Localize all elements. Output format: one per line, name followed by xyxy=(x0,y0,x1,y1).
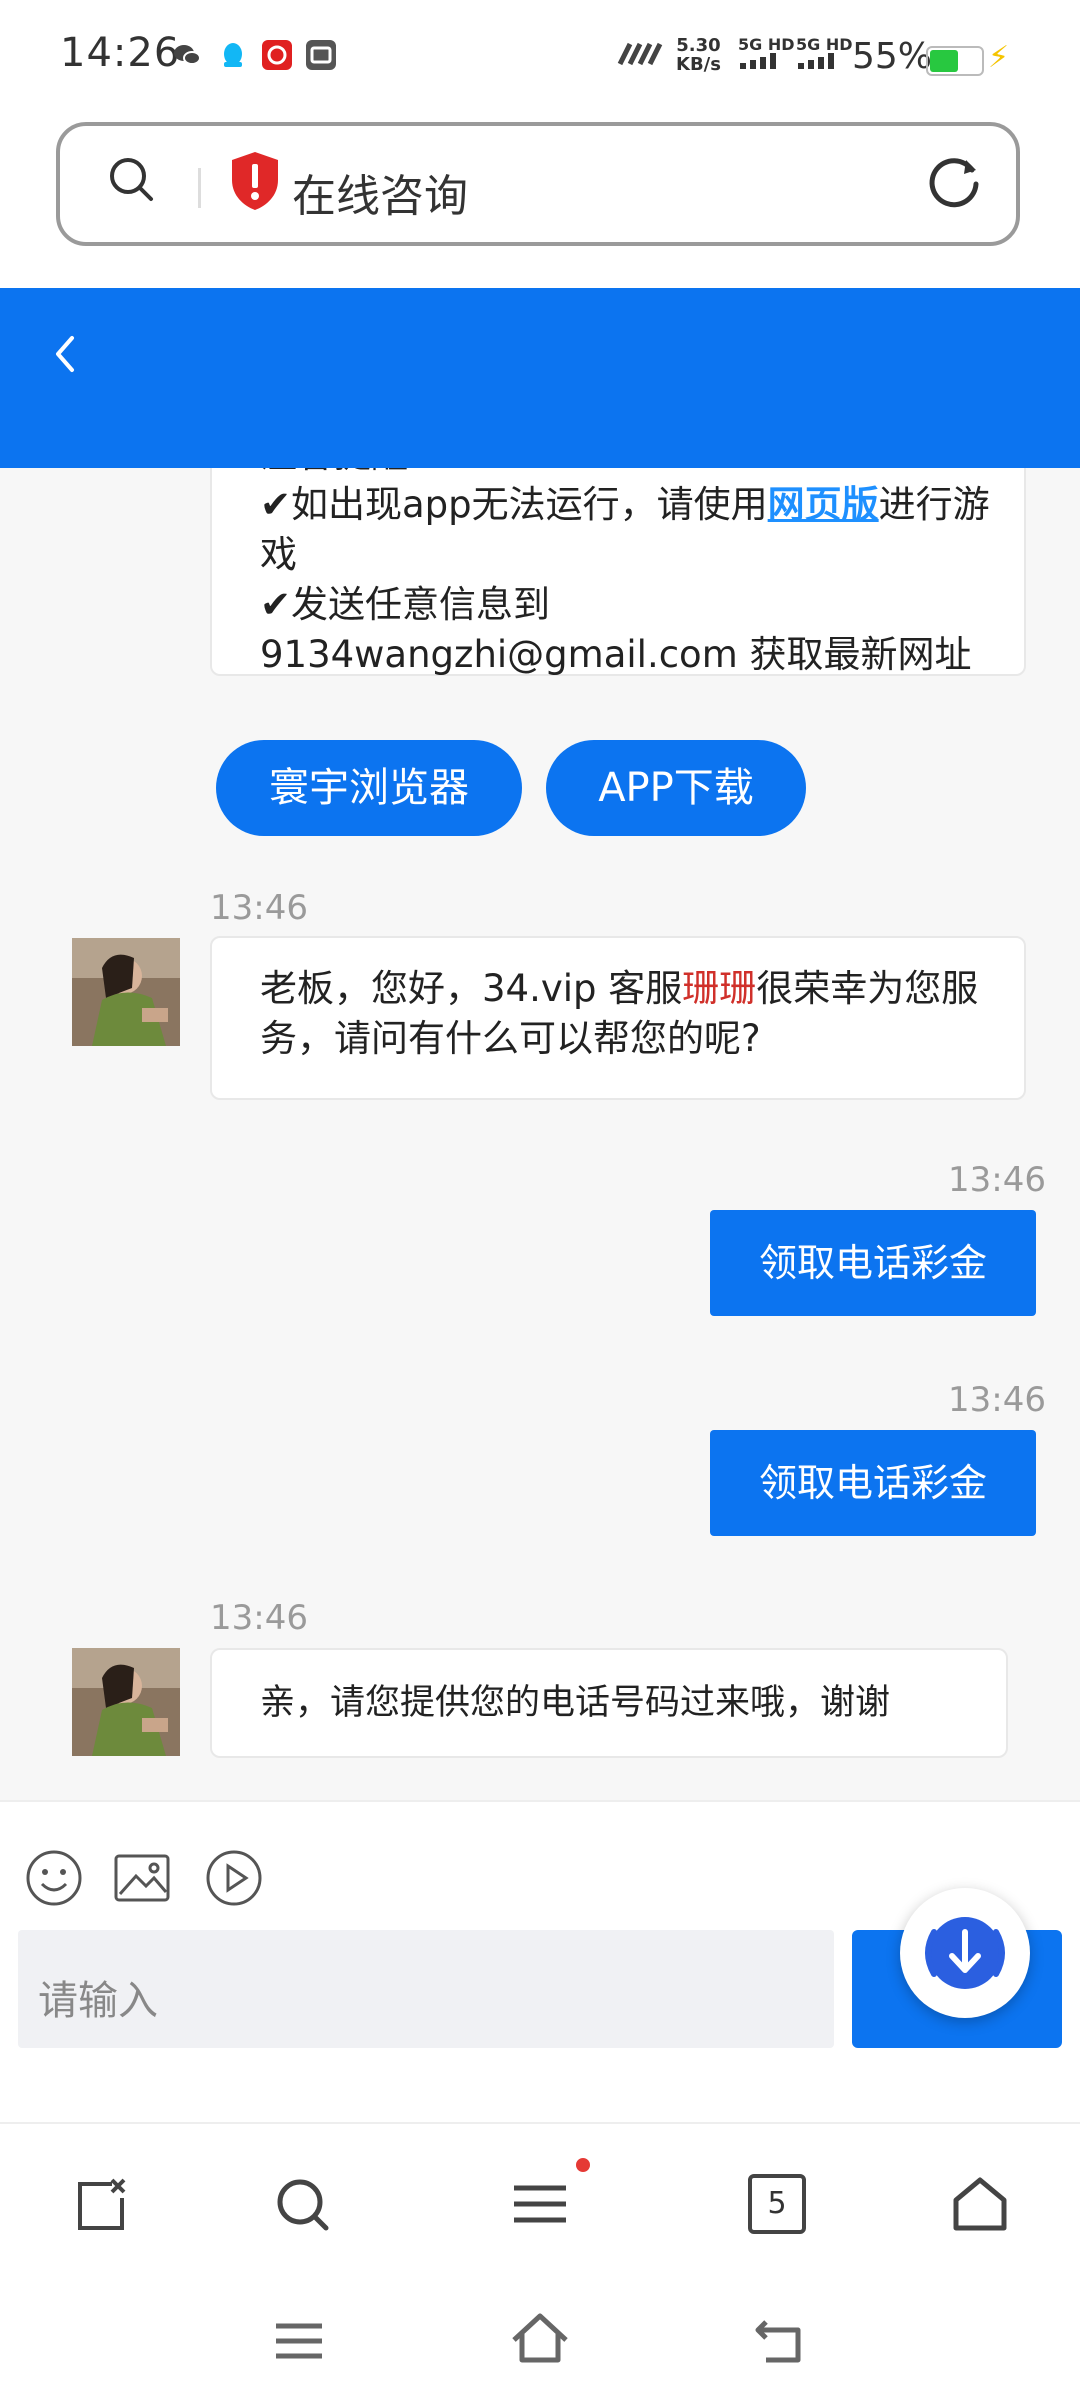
notice-card: 温馨提醒： ✔如出现app无法运行，请使用网页版进行游戏 ✔发送任意信息到 91… xyxy=(210,468,1026,676)
incoming-message: 老板，您好，34.vip 客服珊珊很荣幸为您服务，请问有什么可以帮您的呢? xyxy=(210,936,1026,1100)
nav-back-icon[interactable] xyxy=(752,2312,808,2368)
chat-input-area: 请输入 xyxy=(0,1800,1080,2124)
nfc-icon xyxy=(616,40,664,68)
charging-icon: ⚡ xyxy=(988,40,1010,75)
notice-line-2: ✔发送任意信息到 xyxy=(260,583,551,626)
net-speed-unit: KB/s xyxy=(676,54,721,75)
address-divider xyxy=(198,168,201,208)
address-bar[interactable]: 在线咨询 xyxy=(56,122,1020,246)
notice-text: 温馨提醒： ✔如出现app无法运行，请使用网页版进行游戏 ✔发送任意信息到 91… xyxy=(260,468,1000,680)
app-download-button[interactable]: APP下载 xyxy=(546,740,806,836)
battery-percent: 55% xyxy=(852,36,933,77)
chat-area[interactable]: 温馨提醒： ✔如出现app无法运行，请使用网页版进行游戏 ✔发送任意信息到 91… xyxy=(0,468,1080,1800)
signal-1-label: 5G HD xyxy=(738,35,795,54)
outgoing-message: 领取电话彩金 xyxy=(710,1430,1036,1536)
message-input[interactable]: 请输入 xyxy=(18,1930,834,2048)
search-icon[interactable] xyxy=(108,156,154,202)
reload-icon[interactable] xyxy=(926,152,984,210)
wechat-icon xyxy=(172,40,202,70)
message-timestamp: 13:46 xyxy=(210,1598,308,1638)
status-bar: 14:26 5.30 KB/s 5G HD 5G HD 55% ⚡ xyxy=(0,0,1080,118)
net-speed-value: 5.30 xyxy=(676,35,721,56)
notification-dot xyxy=(576,2158,590,2172)
notice-header-partial: 温馨提醒： xyxy=(260,468,1000,480)
app-notification-icon xyxy=(306,40,336,70)
page-title[interactable]: 在线咨询 xyxy=(292,160,468,224)
signal-2: 5G HD xyxy=(796,36,853,72)
back-arrow-icon[interactable] xyxy=(46,324,82,384)
menu-icon[interactable] xyxy=(510,2174,570,2234)
battery-fill xyxy=(930,50,958,72)
message-timestamp: 13:46 xyxy=(210,888,308,928)
net-speed: 5.30 KB/s xyxy=(676,36,721,74)
web-version-link[interactable]: 网页版 xyxy=(768,483,879,526)
message-timestamp: 13:46 xyxy=(948,1380,1046,1420)
message-text-part-a: 老板，您好，34.vip 客服 xyxy=(260,967,683,1010)
message-text: 亲，请您提供您的电话号码过来哦，谢谢 xyxy=(260,1683,891,1723)
notice-line-3: 9134wangzhi@gmail.com 获取最新网址 xyxy=(260,633,972,676)
huanyu-browser-button[interactable]: 寰宇浏览器 xyxy=(216,740,522,836)
signal-2-label: 5G HD xyxy=(796,35,853,54)
notice-line-1-a: ✔如出现app无法运行，请使用 xyxy=(260,483,768,526)
tab-count-icon[interactable]: 5 xyxy=(748,2174,806,2234)
video-icon[interactable] xyxy=(204,1848,264,1908)
browser-toolbar: 5 xyxy=(0,2122,1080,2284)
security-warning-icon[interactable] xyxy=(228,150,282,212)
incoming-message: 亲，请您提供您的电话号码过来哦，谢谢 xyxy=(210,1648,1008,1758)
agent-avatar xyxy=(72,938,180,1046)
signal-1: 5G HD xyxy=(738,36,795,72)
status-time: 14:26 xyxy=(60,30,181,76)
message-timestamp: 13:46 xyxy=(948,1160,1046,1200)
netease-music-icon xyxy=(262,40,292,70)
system-nav-bar xyxy=(0,2282,1080,2400)
agent-name: 珊珊 xyxy=(682,967,757,1010)
nav-home-icon[interactable] xyxy=(510,2310,570,2366)
chat-header xyxy=(0,288,1080,468)
notice-line-1: ✔如出现app无法运行，请使用网页版进行游戏 xyxy=(260,480,1000,580)
search-icon[interactable] xyxy=(272,2174,332,2234)
close-page-icon[interactable] xyxy=(72,2174,132,2234)
qq-icon xyxy=(218,40,248,70)
message-text: 老板，您好，34.vip 客服珊珊很荣幸为您服务，请问有什么可以帮您的呢? xyxy=(260,964,990,1064)
home-icon[interactable] xyxy=(950,2174,1010,2234)
emoji-icon[interactable] xyxy=(24,1848,84,1908)
message-input-placeholder: 请输入 xyxy=(38,1978,158,2024)
agent-avatar xyxy=(72,1648,180,1756)
outgoing-message: 领取电话彩金 xyxy=(710,1210,1036,1316)
battery-icon xyxy=(926,46,984,76)
image-icon[interactable] xyxy=(112,1848,172,1908)
recent-apps-icon[interactable] xyxy=(272,2316,326,2366)
download-fab[interactable] xyxy=(900,1888,1030,2018)
